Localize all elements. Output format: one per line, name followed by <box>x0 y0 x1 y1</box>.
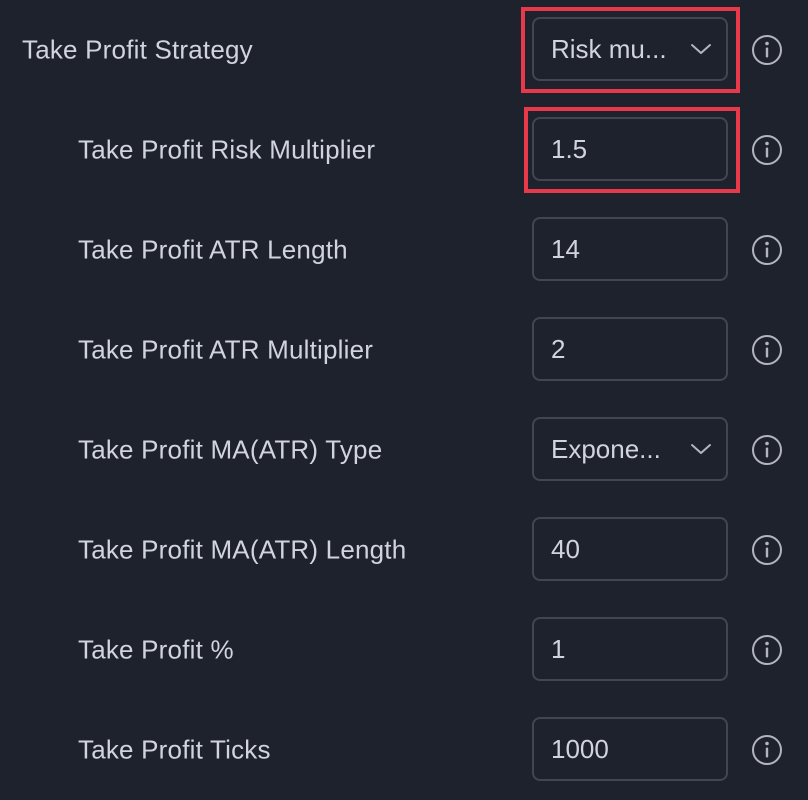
ma-atr-type-value: Expone... <box>551 433 661 464</box>
setting-row-take-profit-strategy: Take Profit Strategy Risk mu... <box>0 0 808 100</box>
setting-row-ma-atr-type: Take Profit MA(ATR) Type Expone... <box>0 400 808 500</box>
ticks-value: 1000 <box>551 733 609 764</box>
chevron-down-icon <box>691 44 711 54</box>
ticks-input[interactable]: 1000 <box>532 717 728 781</box>
info-icon[interactable] <box>751 234 783 266</box>
ticks-label: Take Profit Ticks <box>78 734 271 765</box>
atr-multiplier-input[interactable]: 2 <box>532 317 728 381</box>
ma-atr-length-value: 40 <box>551 533 580 564</box>
atr-length-label: Take Profit ATR Length <box>78 234 348 265</box>
ma-atr-length-input[interactable]: 40 <box>532 517 728 581</box>
take-profit-strategy-select[interactable]: Risk mu... <box>532 17 728 81</box>
take-profit-strategy-label: Take Profit Strategy <box>22 34 253 65</box>
info-icon[interactable] <box>751 34 783 66</box>
setting-row-risk-multiplier: Take Profit Risk Multiplier 1.5 <box>0 100 808 200</box>
atr-multiplier-value: 2 <box>551 333 566 364</box>
setting-row-ma-atr-length: Take Profit MA(ATR) Length 40 <box>0 500 808 600</box>
info-icon[interactable] <box>751 734 783 766</box>
chevron-down-icon <box>691 444 711 454</box>
risk-multiplier-label: Take Profit Risk Multiplier <box>78 134 376 165</box>
atr-length-value: 14 <box>551 233 580 264</box>
percent-input[interactable]: 1 <box>532 617 728 681</box>
atr-length-input[interactable]: 14 <box>532 217 728 281</box>
atr-multiplier-label: Take Profit ATR Multiplier <box>78 334 374 365</box>
take-profit-strategy-value: Risk mu... <box>551 33 667 64</box>
info-icon[interactable] <box>751 534 783 566</box>
setting-row-percent: Take Profit % 1 <box>0 600 808 700</box>
percent-label: Take Profit % <box>78 634 234 665</box>
ma-atr-length-label: Take Profit MA(ATR) Length <box>78 534 407 565</box>
setting-row-atr-multiplier: Take Profit ATR Multiplier 2 <box>0 300 808 400</box>
ma-atr-type-label: Take Profit MA(ATR) Type <box>78 434 383 465</box>
risk-multiplier-value: 1.5 <box>551 133 588 164</box>
percent-value: 1 <box>551 633 566 664</box>
risk-multiplier-input[interactable]: 1.5 <box>532 117 728 181</box>
ma-atr-type-select[interactable]: Expone... <box>532 417 728 481</box>
info-icon[interactable] <box>751 634 783 666</box>
info-icon[interactable] <box>751 334 783 366</box>
info-icon[interactable] <box>751 434 783 466</box>
setting-row-ticks: Take Profit Ticks 1000 <box>0 700 808 800</box>
info-icon[interactable] <box>751 134 783 166</box>
setting-row-atr-length: Take Profit ATR Length 14 <box>0 200 808 300</box>
